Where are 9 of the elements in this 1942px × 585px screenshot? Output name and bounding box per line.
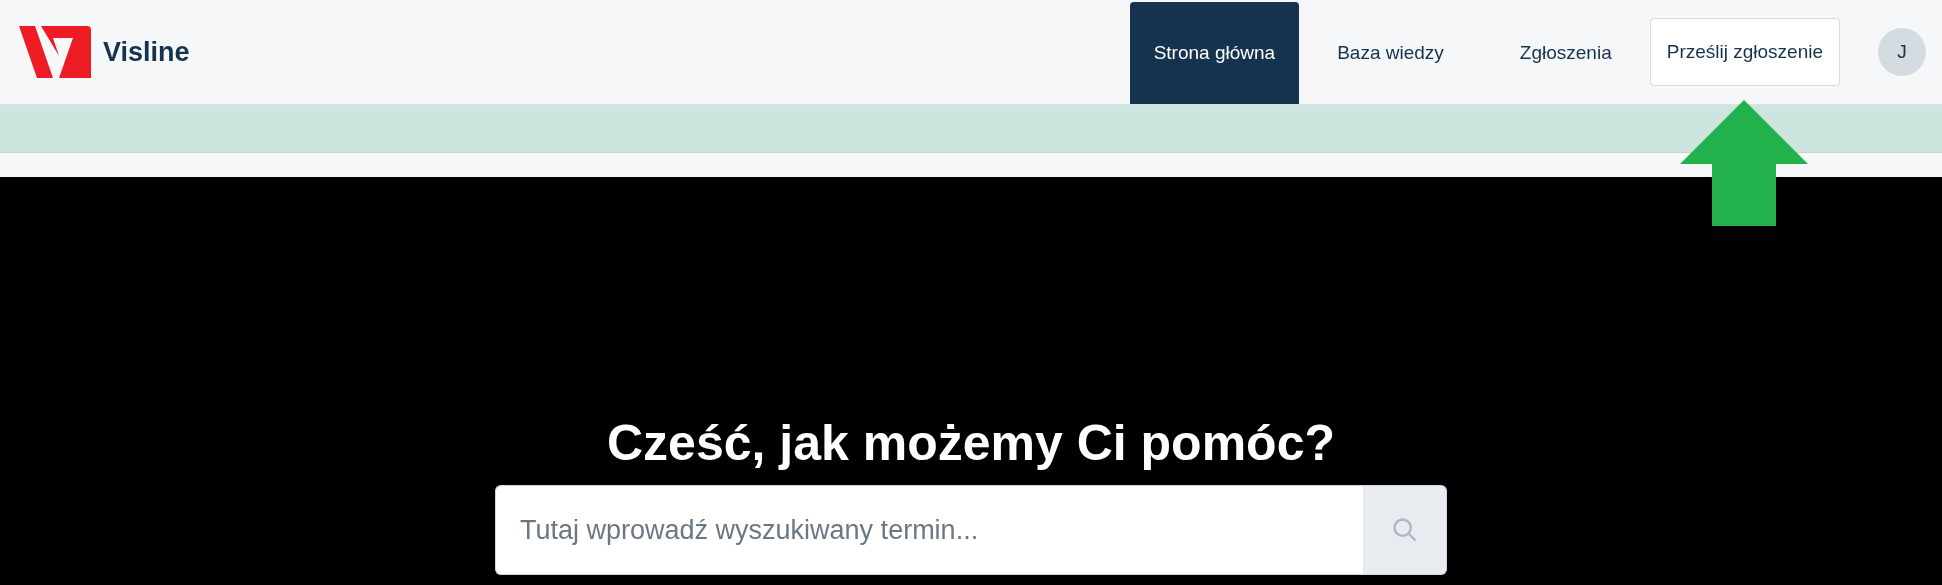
brand-name[interactable]: Visline xyxy=(103,31,190,73)
logo-icon xyxy=(19,26,91,78)
hero-title: Cześć, jak możemy Ci pomóc? xyxy=(607,414,1335,473)
nav-tab[interactable]: Strona główna xyxy=(1129,2,1300,104)
submit-ticket-button[interactable]: Prześlij zgłoszenie xyxy=(1649,18,1840,86)
nav-tab[interactable]: Baza wiedzy xyxy=(1299,2,1482,104)
nav-tab[interactable]: Zgłoszenia xyxy=(1481,2,1650,104)
up-arrow-icon xyxy=(1680,100,1808,226)
user-avatar[interactable]: J xyxy=(1878,28,1926,76)
